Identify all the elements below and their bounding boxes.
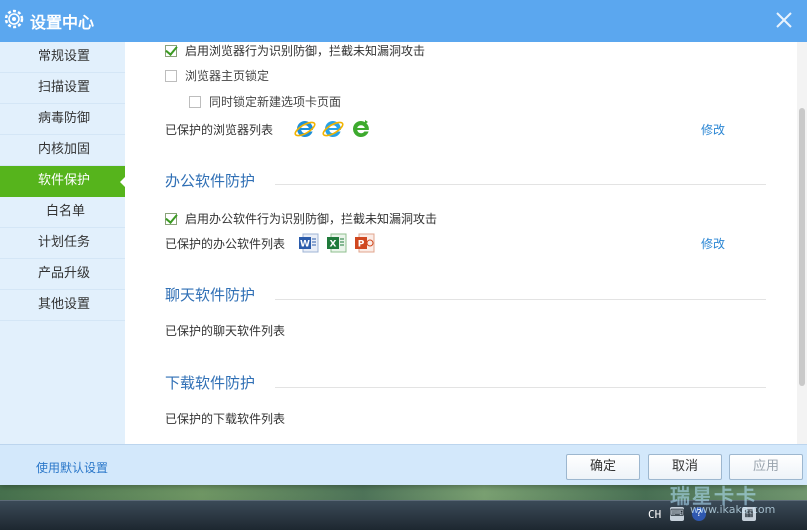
sidebar-item-virus-defense[interactable]: 病毒防御 [0,104,125,135]
title-bar: 设置中心 [0,0,807,42]
sidebar-item-kernel-hardening[interactable]: 内核加固 [0,135,125,166]
ok-button[interactable]: 确定 [566,454,640,480]
browser-enable-label: 启用浏览器行为识别防御，拦截未知漏洞攻击 [185,44,426,58]
powerpoint-icon: P [355,233,375,253]
download-list-label: 已保护的下载软件列表 [165,412,286,426]
apply-button[interactable]: 应用 [729,454,803,480]
cancel-button[interactable]: 取消 [648,454,722,480]
sidebar-item-label: 扫描设置 [38,80,91,95]
footer-bar: 使用默认设置 确定 取消 应用 [0,444,807,485]
office-edit-link[interactable]: 修改 [701,235,725,252]
excel-icon: X [327,233,347,253]
language-indicator[interactable]: CH [648,508,661,521]
browser-enable-checkbox[interactable] [165,44,177,57]
close-icon[interactable] [770,6,798,34]
gear-icon [4,9,24,29]
sidebar-item-other-settings[interactable]: 其他设置 [0,290,125,321]
office-enable-row[interactable]: 启用办公软件行为识别防御，拦截未知漏洞攻击 [165,210,437,227]
content-scrollbar[interactable] [797,42,807,444]
ie-icon [322,121,344,137]
chat-list-label-row: 已保护的聊天软件列表 [165,322,285,339]
sidebar-item-scan[interactable]: 扫描设置 [0,73,125,104]
office-icon-list: W X P [297,231,377,255]
sidebar-item-label: 内核加固 [38,142,91,157]
browser-enable-row[interactable]: 启用浏览器行为识别防御，拦截未知漏洞攻击 [165,42,425,59]
window-title: 设置中心 [30,13,95,32]
browser-edit-link[interactable]: 修改 [701,121,725,138]
homepage-lock-row[interactable]: 浏览器主页锁定 [165,67,269,84]
use-default-settings-link[interactable]: 使用默认设置 [36,459,108,476]
office-enable-label: 启用办公软件行为识别防御，拦截未知漏洞攻击 [185,212,438,226]
sidebar-item-label: 病毒防御 [38,111,91,126]
chat-section-divider [275,299,766,300]
sidebar-item-general[interactable]: 常规设置 [0,42,125,73]
sidebar-item-software-protection[interactable]: 软件保护 [0,166,126,197]
download-section-title: 下载软件防护 [165,374,256,392]
browser-list-label: 已保护的浏览器列表 [165,123,274,137]
scrollbar-thumb[interactable] [799,108,805,386]
sidebar-item-label: 白名单 [46,204,86,219]
browser-icon-list [293,117,373,141]
svg-text:P: P [358,240,365,250]
sidebar-item-label: 产品升级 [38,266,91,281]
sidebar-item-label: 其他设置 [38,297,91,312]
watermark-url: www.ikaka.com [690,503,776,516]
svg-text:X: X [330,240,337,250]
homepage-lock-checkbox[interactable] [165,69,177,82]
sidebar-item-scheduled-tasks[interactable]: 计划任务 [0,228,125,259]
sidebar-nav: 常规设置 扫描设置 病毒防御 内核加固 软件保护 白名单 计划任务 产品升级 其… [0,42,126,444]
office-list-label-row: 已保护的办公软件列表 [165,235,285,252]
sidebar-item-label: 软件保护 [38,173,91,188]
svg-text:W: W [300,240,310,250]
word-icon: W [299,233,319,253]
office-section-divider [275,184,766,185]
sidebar-item-whitelist[interactable]: 白名单 [0,197,125,228]
newtab-lock-label: 同时锁定新建选项卡页面 [209,95,342,109]
sidebar-item-label: 计划任务 [38,235,91,250]
office-enable-checkbox[interactable] [165,212,177,225]
ie-icon [294,121,316,137]
settings-window: 设置中心 常规设置 扫描设置 病毒防御 内核加固 软件保护 白名单 计划任务 产… [0,0,807,485]
keyboard-icon[interactable]: ⌨ [670,507,684,521]
chat-section-title: 聊天软件防护 [165,286,256,304]
office-section-title: 办公软件防护 [165,172,256,190]
sidebar-item-label: 常规设置 [38,49,91,64]
sidebar-item-upgrade[interactable]: 产品升级 [0,259,125,290]
download-section-divider [275,387,766,388]
office-list-label: 已保护的办公软件列表 [165,237,286,251]
settings-content: 启用浏览器行为识别防御，拦截未知漏洞攻击 浏览器主页锁定 同时锁定新建选项卡页面… [125,42,795,444]
newtab-lock-checkbox[interactable] [189,95,201,108]
browser-list-label-row: 已保护的浏览器列表 [165,121,273,138]
download-list-label-row: 已保护的下载软件列表 [165,410,285,427]
newtab-lock-row[interactable]: 同时锁定新建选项卡页面 [189,93,341,110]
ie-green-icon [353,120,369,137]
homepage-lock-label: 浏览器主页锁定 [185,69,270,83]
chat-list-label: 已保护的聊天软件列表 [165,324,286,338]
